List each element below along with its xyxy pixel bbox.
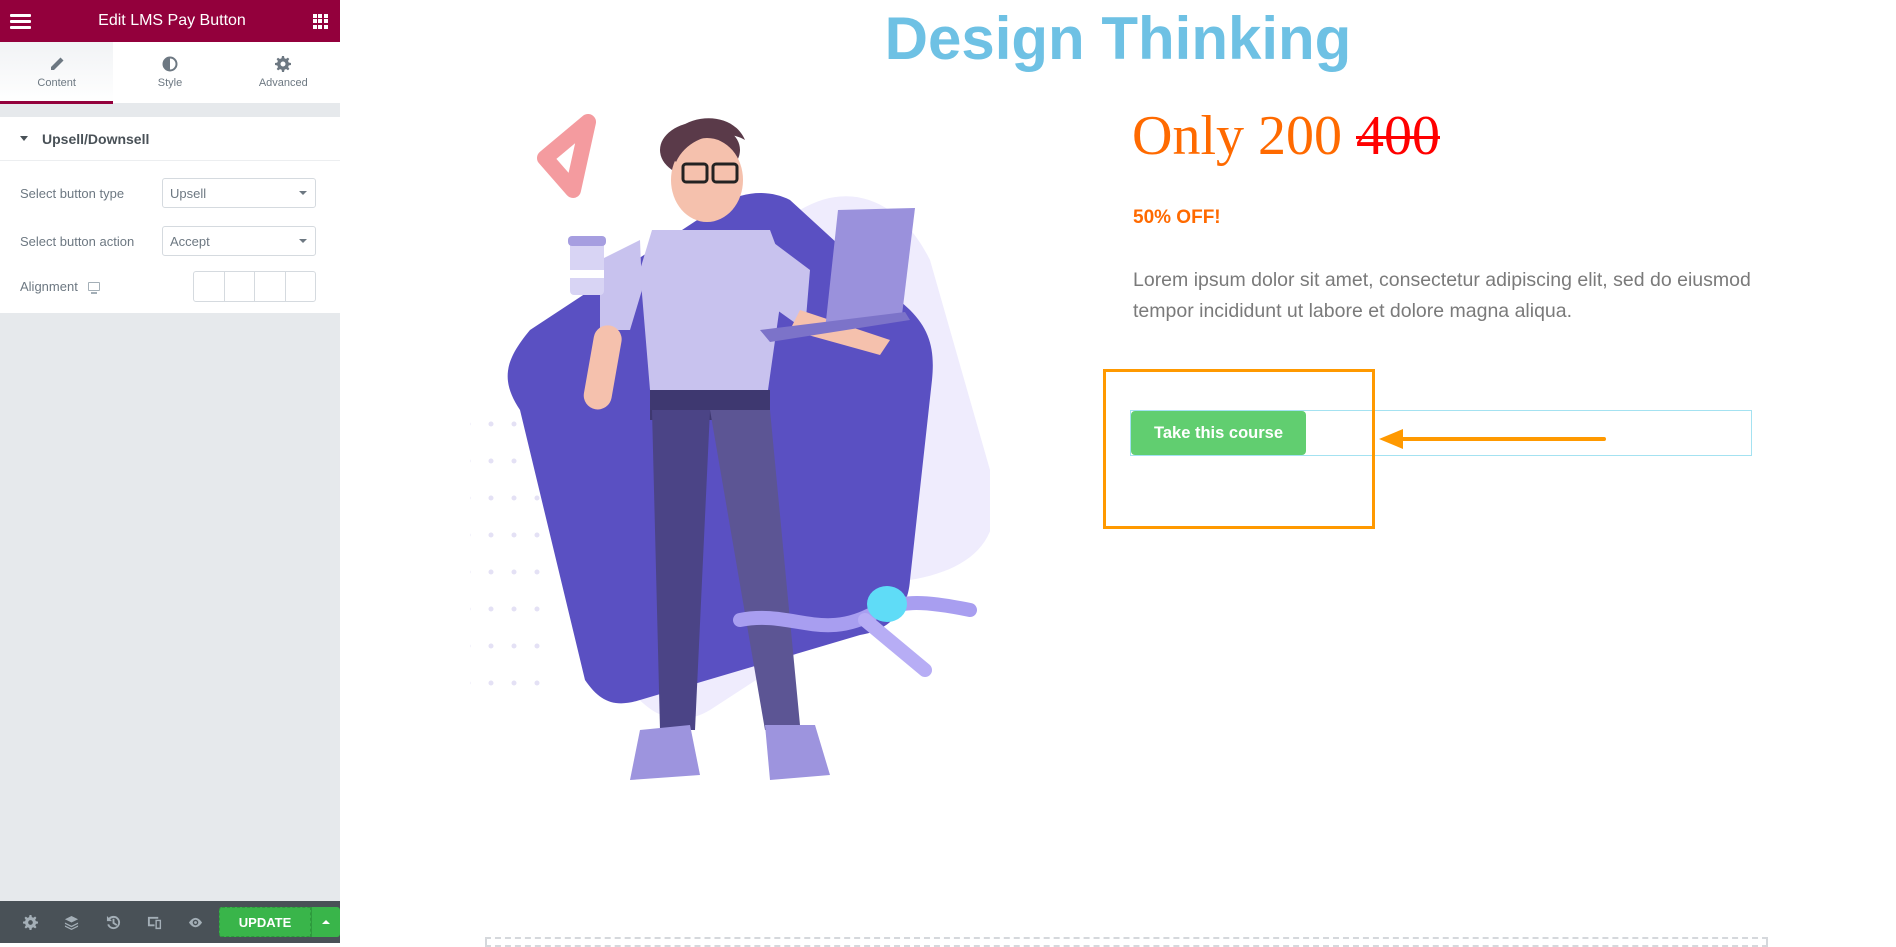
upsell-downsell-section: Upsell/Downsell Select button type Upsel… bbox=[0, 117, 340, 313]
grid-dot bbox=[511, 680, 517, 686]
hamburger-icon[interactable] bbox=[10, 13, 31, 29]
grid-dot bbox=[534, 606, 540, 612]
tab-advanced-label: Advanced bbox=[258, 77, 308, 89]
alignment-label: Alignment bbox=[20, 278, 78, 294]
price-heading: Only 200 400 bbox=[1132, 104, 1440, 168]
control-button-type: Select button type Upsell bbox=[0, 169, 340, 217]
gear-icon bbox=[275, 56, 292, 72]
navigator-button[interactable] bbox=[51, 915, 92, 930]
grid-dot bbox=[488, 458, 494, 464]
update-button[interactable]: UPDATE bbox=[219, 907, 312, 937]
control-alignment: Alignment bbox=[0, 265, 340, 313]
grid-dot bbox=[488, 495, 494, 501]
cyan-ball-shape bbox=[867, 586, 907, 622]
grid-dot bbox=[511, 643, 517, 649]
control-label: Alignment bbox=[20, 279, 193, 294]
responsive-mode-button[interactable] bbox=[134, 915, 175, 930]
settings-button[interactable] bbox=[10, 914, 51, 930]
section-toggle[interactable]: Upsell/Downsell bbox=[0, 117, 340, 161]
original-price: 400 bbox=[1356, 105, 1440, 167]
pencil-icon bbox=[50, 57, 64, 70]
grid-dot bbox=[470, 570, 471, 574]
squiggle-tail-shape bbox=[858, 613, 932, 677]
responsive-mode-icon bbox=[147, 916, 161, 929]
tab-style-label: Style bbox=[157, 77, 183, 89]
course-illustration bbox=[470, 114, 990, 780]
current-price: Only 200 bbox=[1132, 105, 1356, 167]
grid-dot bbox=[488, 606, 494, 612]
grid-dot bbox=[470, 422, 471, 426]
grid-dot bbox=[534, 569, 540, 575]
panel-tabs: Content Style Advanced bbox=[0, 42, 340, 104]
grid-dot bbox=[511, 569, 517, 575]
grid-dot bbox=[470, 644, 471, 648]
tab-style[interactable]: Style bbox=[113, 42, 226, 103]
grid-dot bbox=[488, 532, 494, 538]
grid-dot bbox=[488, 643, 494, 649]
align-justify-option[interactable] bbox=[286, 272, 316, 301]
alignment-choices bbox=[193, 270, 316, 302]
editor-panel: Edit LMS Pay Button Content Style Advanc… bbox=[0, 0, 341, 943]
grid-dot bbox=[470, 607, 471, 611]
grid-dot bbox=[511, 458, 517, 464]
grid-dot bbox=[534, 680, 540, 686]
panel-header: Edit LMS Pay Button bbox=[0, 0, 340, 42]
save-options-button[interactable] bbox=[311, 907, 341, 937]
contrast-icon bbox=[162, 56, 178, 72]
page-title: Design Thinking bbox=[884, 5, 1352, 72]
grid-dot bbox=[470, 681, 471, 685]
navigator-layers-icon bbox=[65, 915, 79, 930]
grid-dot bbox=[470, 533, 471, 537]
grid-dot bbox=[488, 680, 494, 686]
grid-dot bbox=[534, 495, 540, 501]
select-value: Upsell bbox=[170, 185, 207, 201]
grid-dot bbox=[511, 532, 517, 538]
update-group: UPDATE bbox=[219, 907, 341, 937]
align-left-option[interactable] bbox=[194, 271, 225, 301]
annotation-arrow-icon bbox=[1379, 429, 1606, 449]
annotation-highlight-box bbox=[1103, 369, 1375, 529]
preview-button[interactable] bbox=[175, 915, 216, 930]
page-preview: Design Thinking Only 200 400 50% OFF! Lo… bbox=[340, 0, 1896, 947]
history-icon bbox=[106, 915, 120, 929]
add-section-area[interactable] bbox=[485, 937, 1768, 947]
caret-up-icon bbox=[322, 920, 331, 924]
dot-grid bbox=[470, 421, 540, 686]
grid-dot bbox=[534, 643, 540, 649]
course-description: Lorem ipsum dolor sit amet, consectetur … bbox=[1133, 269, 1751, 322]
preview-eye-icon bbox=[188, 917, 202, 927]
button-action-select[interactable]: Accept bbox=[162, 226, 316, 256]
panel-title: Edit LMS Pay Button bbox=[98, 12, 246, 29]
grid-dot bbox=[534, 532, 540, 538]
history-button[interactable] bbox=[92, 915, 133, 930]
panel-footer: UPDATE bbox=[0, 901, 341, 943]
chevron-down-icon bbox=[299, 239, 307, 243]
caret-down-icon bbox=[20, 136, 28, 141]
select-value: Accept bbox=[170, 233, 210, 249]
chevron-down-icon bbox=[299, 191, 307, 195]
align-center-option[interactable] bbox=[225, 271, 255, 301]
button-type-select[interactable]: Upsell bbox=[162, 178, 316, 208]
discount-label: 50% OFF! bbox=[1133, 207, 1221, 228]
grid-icon[interactable] bbox=[312, 13, 328, 29]
grid-dot bbox=[470, 459, 471, 463]
control-label: Select button type bbox=[20, 185, 125, 201]
settings-icon bbox=[23, 914, 39, 930]
grid-dot bbox=[511, 495, 517, 501]
grid-dot bbox=[488, 569, 494, 575]
control-label: Select button action bbox=[20, 233, 135, 249]
grid-dot bbox=[511, 421, 517, 427]
tab-content[interactable]: Content bbox=[0, 42, 114, 104]
tab-content-label: Content bbox=[37, 77, 76, 89]
grid-dot bbox=[488, 421, 494, 427]
control-button-action: Select button action Accept bbox=[0, 217, 340, 265]
grid-dot bbox=[511, 606, 517, 612]
section-title: Upsell/Downsell bbox=[42, 130, 150, 147]
grid-dot bbox=[470, 496, 471, 500]
pink-triangle-shape bbox=[537, 114, 596, 198]
desktop-icon[interactable] bbox=[87, 281, 100, 294]
tab-advanced[interactable]: Advanced bbox=[227, 42, 340, 103]
align-right-option[interactable] bbox=[255, 271, 286, 301]
